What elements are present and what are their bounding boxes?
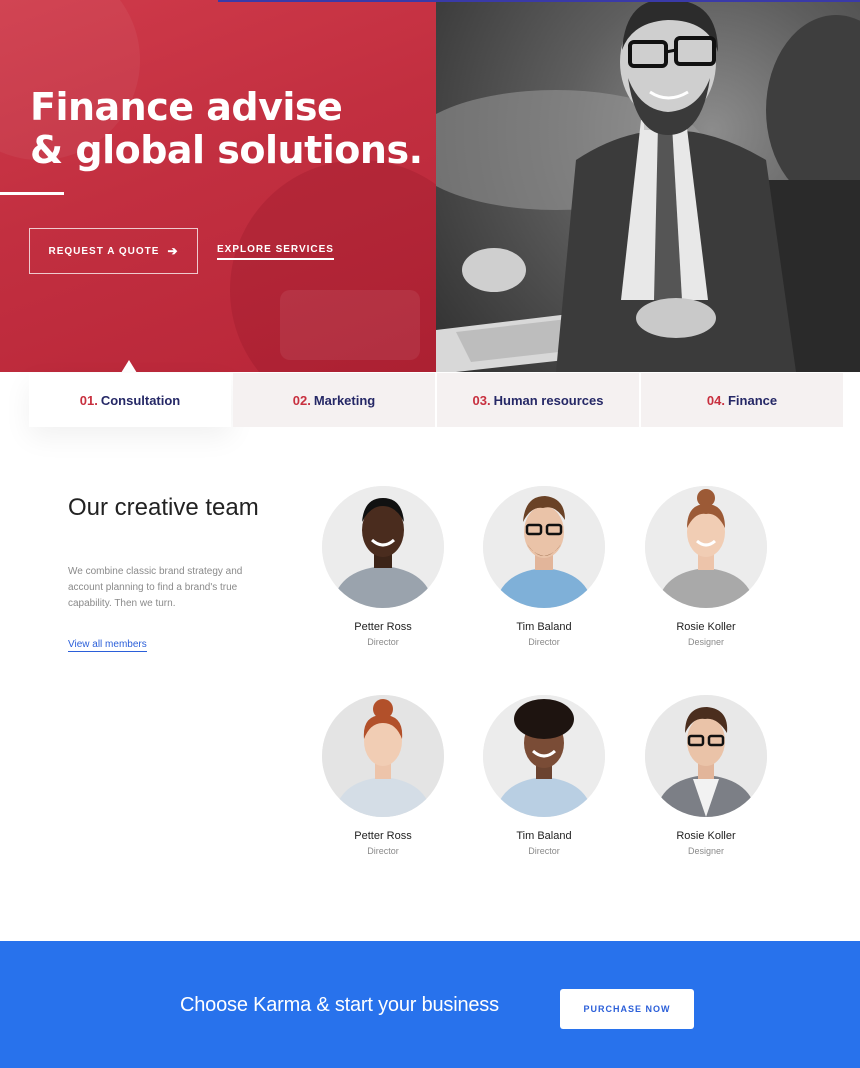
- member-role: Director: [367, 637, 399, 647]
- tab-marketing[interactable]: 02. Marketing: [233, 373, 435, 427]
- active-tab-pointer: [121, 360, 137, 373]
- team-member[interactable]: Petter Ross Director: [321, 695, 445, 856]
- service-tabs: 01. Consultation 02. Marketing 03. Human…: [29, 373, 843, 427]
- hero-title-line2: & global solutions.: [30, 128, 423, 172]
- team-heading: Our creative team: [68, 494, 259, 521]
- avatar: [645, 486, 767, 608]
- tab-number: 03.: [472, 392, 491, 408]
- arrow-right-icon: ➔: [167, 244, 179, 258]
- team-member[interactable]: Rosie Koller Designer: [644, 695, 768, 856]
- team-member[interactable]: Tim Baland Director: [482, 486, 606, 647]
- tab-label: Consultation: [100, 392, 181, 408]
- member-name: Tim Baland: [516, 621, 572, 633]
- tab-label: Marketing: [313, 392, 376, 408]
- member-name: Tim Baland: [516, 830, 572, 842]
- request-quote-button[interactable]: REQUEST A QUOTE ➔: [29, 228, 198, 274]
- hero-divider: [0, 192, 64, 195]
- cta-text: Choose Karma & start your business: [180, 994, 499, 1016]
- avatar: [483, 486, 605, 608]
- avatar: [645, 695, 767, 817]
- member-name: Rosie Koller: [676, 830, 736, 842]
- member-role: Designer: [687, 637, 725, 647]
- view-all-members-link[interactable]: View all members: [68, 639, 147, 652]
- member-role: Director: [367, 846, 399, 856]
- tab-label: Finance: [727, 392, 778, 408]
- team-member[interactable]: Rosie Koller Designer: [644, 486, 768, 647]
- tab-number: 04.: [706, 392, 725, 408]
- request-quote-label: REQUEST A QUOTE: [48, 245, 160, 257]
- tab-finance[interactable]: 04. Finance: [641, 373, 843, 427]
- member-name: Petter Ross: [354, 621, 412, 633]
- purchase-now-button[interactable]: PURCHASE NOW: [560, 989, 694, 1029]
- avatar: [483, 695, 605, 817]
- businessman-photo: [436, 0, 860, 372]
- team-member[interactable]: Tim Baland Director: [482, 695, 606, 856]
- hero-top-line: [218, 0, 860, 2]
- avatar: [322, 695, 444, 817]
- hero-photo: [436, 0, 860, 372]
- team-member[interactable]: Petter Ross Director: [321, 486, 445, 647]
- avatar: [322, 486, 444, 608]
- tab-consultation[interactable]: 01. Consultation: [29, 373, 231, 427]
- member-role: Director: [528, 846, 560, 856]
- tab-number: 02.: [292, 392, 311, 408]
- explore-services-link[interactable]: EXPLORE SERVICES: [217, 244, 334, 260]
- tab-label: Human resources: [493, 392, 604, 408]
- member-role: Director: [528, 637, 560, 647]
- member-role: Designer: [687, 846, 725, 856]
- member-name: Rosie Koller: [676, 621, 736, 633]
- hero-red-panel: [0, 0, 490, 372]
- team-description: We combine classic brand strategy and ac…: [68, 566, 243, 609]
- hero-title-line1: Finance advise: [30, 85, 343, 129]
- hero-title: Finance advise & global solutions.: [30, 86, 430, 172]
- hero-section: Finance advise & global solutions. REQUE…: [0, 0, 860, 372]
- tab-human-resources[interactable]: 03. Human resources: [437, 373, 639, 427]
- member-name: Petter Ross: [354, 830, 412, 842]
- tab-number: 01.: [79, 392, 98, 408]
- cta-banner: Choose Karma & start your business PURCH…: [0, 941, 860, 1068]
